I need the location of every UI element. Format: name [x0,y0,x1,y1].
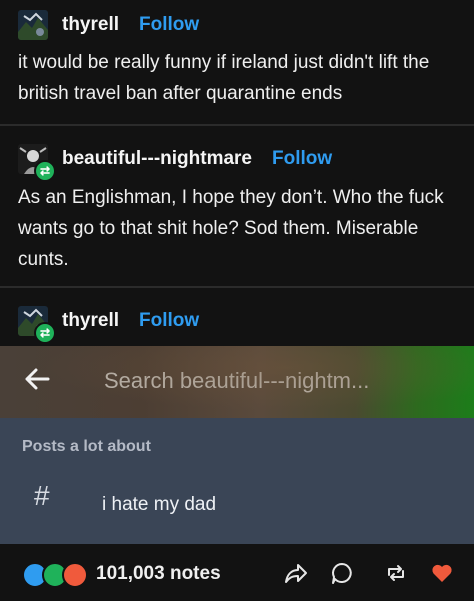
avatar-beautiful-nightmare[interactable]: ⇄ [18,144,56,182]
follow-button[interactable]: Follow [139,14,199,36]
post-header: ⇄ thyrell Follow [18,306,199,344]
posts-about-panel: Posts a lot about # i hate my dad [0,418,474,544]
back-arrow-icon [25,368,50,390]
follow-button[interactable]: Follow [272,148,332,170]
reblog-badge-icon: ⇄ [34,160,56,182]
tag-label: i hate my dad [102,494,217,515]
follow-button[interactable]: Follow [139,310,199,332]
like-note-icon [62,562,88,588]
search-input: Search beautiful---nightm... [104,368,370,393]
section-label: Posts a lot about [22,438,151,455]
like-heart-icon[interactable] [430,561,454,585]
note-icons [22,562,88,588]
username[interactable]: thyrell [62,310,119,332]
post-footer: 101,003 notes [0,544,474,601]
post-thyrell-reblog: ⇄ thyrell Follow [0,288,474,346]
reblog-badge-icon: ⇄ [34,322,56,344]
avatar-thyrell[interactable] [18,10,48,40]
share-icon[interactable] [284,561,308,585]
username[interactable]: beautiful---nightmare [62,148,252,170]
reply-icon[interactable] [330,561,354,585]
post-text: it would be really funny if ireland just… [18,52,430,104]
post-header: ⇄ beautiful---nightmare Follow [18,144,332,182]
post-header: thyrell Follow [18,10,199,40]
post-beautiful-nightmare: ⇄ beautiful---nightmare Follow As an Eng… [0,126,474,286]
username[interactable]: thyrell [62,14,119,36]
search-header: Search beautiful---nightm... [0,346,474,418]
post-text: As an Englishman, I hope they don’t. Who… [18,187,444,270]
avatar-thyrell[interactable]: ⇄ [18,306,56,344]
post-thyrell: thyrell Follow it would be really funny … [0,0,474,124]
notes-count[interactable]: 101,003 notes [96,563,221,585]
embedded-screenshot: Search beautiful---nightm... Posts a lot… [0,346,474,544]
hashtag-icon: # [34,480,50,511]
reblog-icon[interactable] [384,561,408,585]
